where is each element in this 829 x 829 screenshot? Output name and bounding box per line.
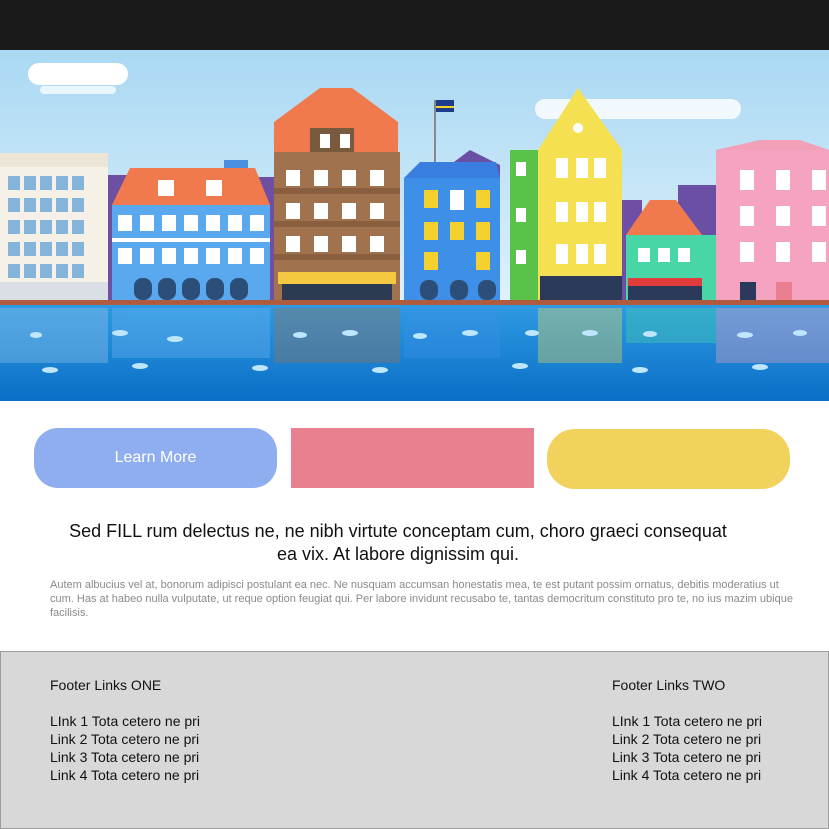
top-bar [0,0,829,50]
pink-button[interactable] [291,428,534,488]
footer-link[interactable]: Link 4 Tota cetero ne pri [612,766,762,784]
footer-column-one-title: Footer Links ONE [50,677,162,693]
footer-link[interactable]: Link 3 Tota cetero ne pri [612,748,762,766]
footer-link[interactable]: Link 2 Tota cetero ne pri [612,730,762,748]
learn-more-button[interactable]: Learn More [34,428,277,488]
footer-link[interactable]: Link 2 Tota cetero ne pri [50,730,200,748]
footer-column-one: Footer Links ONE LInk 1 Tota cetero ne p… [50,676,200,784]
body-paragraph: Autem albucius vel at, bonorum adipisci … [50,579,793,619]
footer-column-two: Footer Links TWO LInk 1 Tota cetero ne p… [612,676,762,784]
footer-link[interactable]: Link 3 Tota cetero ne pri [50,748,200,766]
headline: Sed FILL rum delectus ne, ne nibh virtut… [69,521,727,564]
harbor-town-illustration [0,50,829,401]
cta-button-row: Learn More [0,428,829,489]
hero-banner [0,50,829,401]
footer-link[interactable]: Link 4 Tota cetero ne pri [50,766,200,784]
yellow-button[interactable] [547,429,790,489]
footer-link[interactable]: LInk 1 Tota cetero ne pri [612,712,762,730]
footer: Footer Links ONE LInk 1 Tota cetero ne p… [0,651,829,829]
footer-link[interactable]: LInk 1 Tota cetero ne pri [50,712,200,730]
footer-column-two-title: Footer Links TWO [612,677,726,693]
